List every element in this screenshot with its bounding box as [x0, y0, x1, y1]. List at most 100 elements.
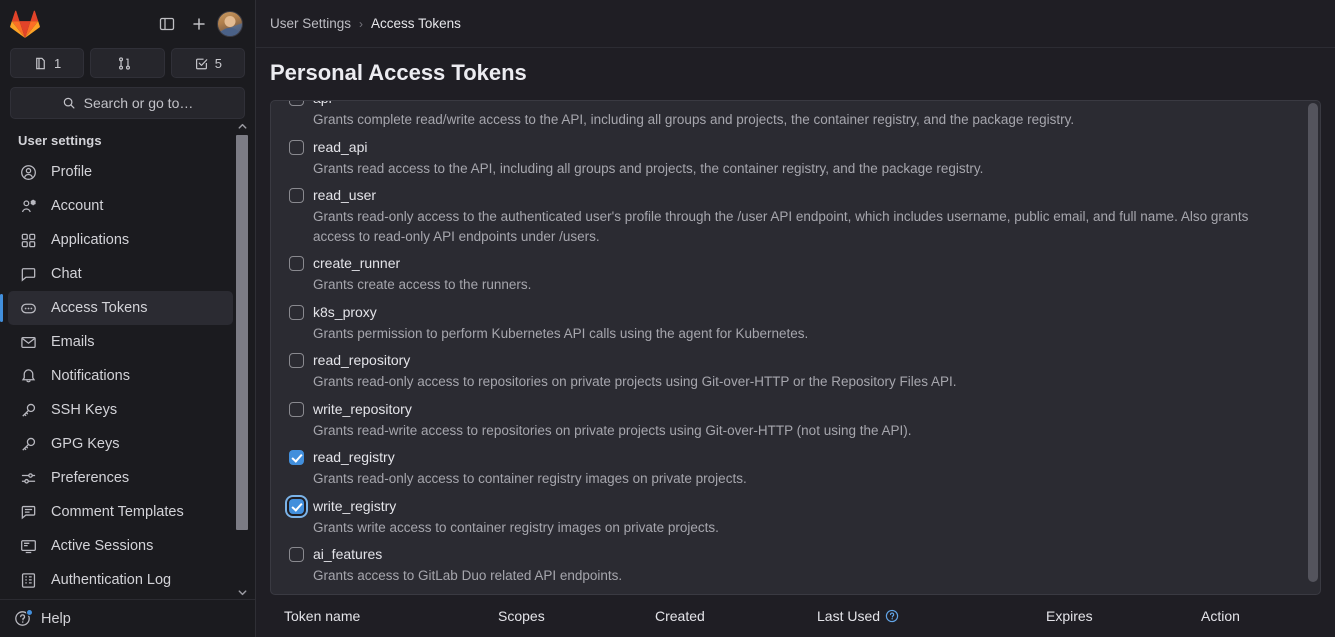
- scope-label[interactable]: write_repository: [313, 400, 412, 419]
- envelope-icon: [20, 334, 37, 351]
- key-icon: [20, 402, 37, 419]
- scope-label[interactable]: read_repository: [313, 351, 410, 370]
- column-header-expires: Expires: [1046, 608, 1093, 624]
- sidebar-item-label: Comment Templates: [51, 504, 184, 520]
- panel-scrollbar[interactable]: [1308, 103, 1318, 592]
- last-used-help-icon[interactable]: [885, 609, 899, 623]
- sidebar-section-heading: User settings: [18, 133, 102, 148]
- main-content: User Settings › Access Tokens Personal A…: [256, 0, 1335, 637]
- scope-description: Grants write access to container registr…: [313, 519, 719, 535]
- sidebar-item-label: Profile: [51, 164, 93, 180]
- applications-grid-icon: [20, 232, 37, 249]
- scope-description: Grants access to GitLab Duo related API …: [313, 568, 623, 583]
- scope-label[interactable]: read_user: [313, 186, 376, 205]
- breadcrumb-parent[interactable]: User Settings: [270, 16, 351, 31]
- scope-row: read_api: [289, 136, 1302, 157]
- scope-checkbox-read_repository[interactable]: [289, 353, 304, 368]
- form-actions: Create personal access token Cancel: [289, 592, 1302, 595]
- sidebar-toggle-icon[interactable]: [153, 10, 181, 38]
- scope-label[interactable]: read_api: [313, 138, 368, 157]
- sidebar-item-applications[interactable]: Applications: [8, 223, 233, 257]
- column-header-scopes: Scopes: [498, 608, 545, 624]
- sidebar-item-emails[interactable]: Emails: [8, 325, 233, 359]
- bell-icon: [20, 368, 37, 385]
- user-avatar[interactable]: [217, 11, 243, 37]
- sidebar-item-label: Emails: [51, 334, 95, 350]
- scope-description: Grants read-write access to repositories…: [313, 422, 912, 438]
- breadcrumb: User Settings › Access Tokens: [256, 0, 1335, 48]
- sidebar-item-access-tokens[interactable]: Access Tokens: [0, 291, 233, 325]
- todos-counter-pill[interactable]: 5: [170, 48, 245, 78]
- account-icon: [20, 198, 37, 215]
- sidebar-nav-scroll: User settings Profile Account Applicatio…: [0, 119, 255, 599]
- scroll-down-arrow-icon[interactable]: [235, 585, 249, 599]
- scope-label[interactable]: api: [313, 101, 332, 108]
- sliders-icon: [20, 470, 37, 487]
- user-circle-icon: [20, 164, 37, 181]
- sidebar-item-notifications[interactable]: Notifications: [8, 359, 233, 393]
- sidebar-scrollbar-thumb[interactable]: [236, 135, 248, 530]
- sidebar-item-gpg-keys[interactable]: GPG Keys: [8, 427, 233, 461]
- scope-label[interactable]: write_registry: [313, 497, 396, 516]
- sidebar-item-comment-templates[interactable]: Comment Templates: [8, 495, 233, 529]
- scope-row: read_repository: [289, 349, 1302, 370]
- scope-checkbox-read_api[interactable]: [289, 139, 304, 155]
- sidebar-item-ssh-keys[interactable]: SSH Keys: [8, 393, 233, 427]
- comment-lines-icon: [20, 504, 37, 521]
- page-title: Personal Access Tokens: [270, 60, 527, 85]
- merge-requests-counter-pill[interactable]: [90, 48, 165, 78]
- panel-scrollbar-thumb[interactable]: [1308, 103, 1318, 583]
- sidebar-item-label: GPG Keys: [51, 436, 120, 452]
- sidebar-scrollbar-track[interactable]: [235, 133, 249, 585]
- merge-request-icon: [117, 56, 132, 71]
- todos-count: 5: [214, 55, 222, 71]
- scope-label[interactable]: ai_features: [313, 545, 382, 564]
- scope-checkbox-write_registry[interactable]: [289, 498, 304, 514]
- scope-checkbox-create_runner[interactable]: [289, 256, 304, 271]
- scope-checkbox-ai_features[interactable]: [289, 547, 304, 562]
- scope-description: Grants read-only access to the authentic…: [313, 209, 1249, 244]
- sidebar-scrollbar[interactable]: [235, 119, 249, 599]
- sidebar-item-authentication-log[interactable]: Authentication Log: [8, 563, 233, 597]
- scope-label[interactable]: create_runner: [313, 254, 400, 273]
- sidebar-item-label: Access Tokens: [51, 300, 148, 316]
- scope-checkbox-k8s_proxy[interactable]: [289, 304, 304, 320]
- sidebar-item-chat[interactable]: Chat: [8, 257, 233, 291]
- gitlab-logo-icon[interactable]: [10, 9, 40, 39]
- token-icon: [20, 300, 37, 317]
- scroll-up-arrow-icon[interactable]: [235, 119, 249, 133]
- scope-description: Grants read-only access to container reg…: [313, 471, 747, 486]
- key-icon: [20, 436, 37, 453]
- sidebar-item-account[interactable]: Account: [8, 189, 233, 223]
- content-wrap: api Grants complete read/write access to…: [256, 100, 1335, 637]
- scope-description: Grants read access to the API, including…: [313, 160, 984, 176]
- scope-row: write_registry: [289, 495, 1302, 516]
- scope-checkbox-read_registry[interactable]: [289, 450, 304, 465]
- issues-counter-pill[interactable]: 1: [10, 48, 85, 78]
- sidebar-item-profile[interactable]: Profile: [8, 155, 233, 189]
- sidebar-item-label: Chat: [51, 266, 82, 282]
- log-grid-icon: [20, 572, 37, 589]
- scope-description: Grants complete read/write access to the…: [313, 112, 1075, 127]
- scope-row: k8s_proxy: [289, 301, 1302, 322]
- sidebar-item-label: Notifications: [51, 368, 130, 384]
- column-header-token-name: Token name: [284, 608, 361, 624]
- sidebar-item-active-sessions[interactable]: Active Sessions: [8, 529, 233, 563]
- scope-label[interactable]: read_registry: [313, 448, 395, 467]
- search-input[interactable]: Search or go to…: [10, 87, 245, 119]
- scope-checkbox-api[interactable]: [289, 101, 304, 106]
- scope-row: write_repository: [289, 398, 1302, 419]
- sidebar-item-preferences[interactable]: Preferences: [8, 461, 233, 495]
- sidebar-item-help[interactable]: Help: [14, 609, 71, 627]
- scope-row: api: [289, 101, 1302, 108]
- sidebar-item-label: Authentication Log: [51, 572, 172, 588]
- sidebar-item-label: Active Sessions: [51, 538, 154, 554]
- plus-icon[interactable]: [185, 10, 213, 38]
- breadcrumb-current[interactable]: Access Tokens: [371, 16, 461, 31]
- chat-bubble-icon: [20, 266, 37, 283]
- scope-row: ai_features: [289, 543, 1302, 564]
- scope-label[interactable]: k8s_proxy: [313, 303, 377, 322]
- scope-checkbox-read_user[interactable]: [289, 188, 304, 203]
- scope-checkbox-write_repository[interactable]: [289, 401, 304, 417]
- scope-description: Grants read-only access to repositories …: [313, 374, 957, 389]
